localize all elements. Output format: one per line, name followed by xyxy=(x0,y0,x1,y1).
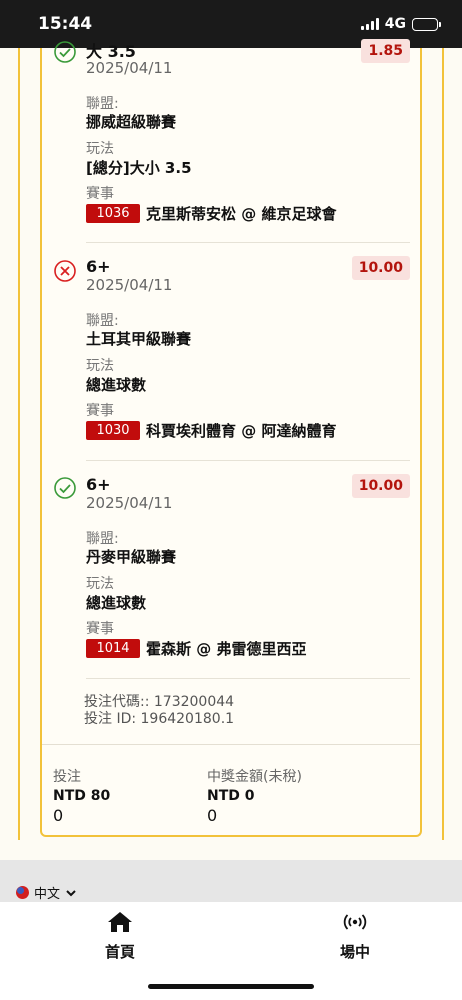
bet-codes: 投注代碼:: 173200044 投注 ID: 196420180.1 xyxy=(84,694,234,728)
home-icon xyxy=(108,912,132,932)
league-label: 聯盟: xyxy=(86,96,119,112)
language-selector[interactable]: 中文 xyxy=(16,883,77,902)
league-label: 聯盟: xyxy=(86,313,119,329)
play-type: 總進球數 xyxy=(86,594,147,612)
play-type: 總進球數 xyxy=(86,376,147,394)
event-code-badge: 1030 xyxy=(86,421,140,440)
event-label: 賽事 xyxy=(86,186,114,202)
nav-live-label: 場中 xyxy=(339,943,370,961)
nav-home-label: 首頁 xyxy=(104,943,135,961)
nav-live[interactable]: 場中 xyxy=(320,910,390,962)
league-name: 丹麥甲級聯賽 xyxy=(86,548,177,566)
event-name: 克里斯蒂安松 @ 維京足球會 xyxy=(146,205,337,223)
event-code-badge: 1036 xyxy=(86,204,140,223)
check-circle-icon xyxy=(54,41,76,63)
event-name: 科賈埃利體育 @ 阿達納體育 xyxy=(146,422,337,440)
nav-home[interactable]: 首頁 xyxy=(85,910,155,962)
event-label: 賽事 xyxy=(86,403,114,419)
event-code-badge: 1014 xyxy=(86,639,140,658)
play-label: 玩法 xyxy=(86,576,114,592)
selection-name: 6+ xyxy=(86,257,111,276)
play-type: [總分]大小 3.5 xyxy=(86,159,192,177)
home-indicator xyxy=(148,984,314,989)
selection-date: 2025/04/11 xyxy=(86,276,173,294)
event-label: 賽事 xyxy=(86,621,114,637)
selection-divider xyxy=(86,460,410,461)
stake-label: 投注 xyxy=(53,769,81,785)
win-amount-value: NTD 0 xyxy=(207,788,255,804)
selection-item: 大 3.5 1.85 2025/04/11 聯盟: 挪威超級聯賽 玩法 [總分]… xyxy=(42,0,420,240)
selection-date: 2025/04/11 xyxy=(86,59,173,77)
selection-item: 6+ 10.00 2025/04/11 聯盟: 土耳其甲級聯賽 玩法 總進球數 … xyxy=(42,256,420,466)
summary-divider xyxy=(42,744,420,745)
selection-name: 6+ xyxy=(86,475,111,494)
stake-value: NTD 80 xyxy=(53,788,111,804)
cross-circle-icon xyxy=(54,260,76,282)
taiwan-flag-icon xyxy=(16,886,29,899)
odds-badge: 10.00 xyxy=(351,256,410,280)
event-row: 1014 霍森斯 @ 弗雷德里西亞 xyxy=(86,638,306,659)
selection-divider xyxy=(86,678,410,679)
odds-badge: 1.85 xyxy=(361,39,410,63)
bet-ticket: 大 3.5 1.85 2025/04/11 聯盟: 挪威超級聯賽 玩法 [總分]… xyxy=(40,39,422,837)
event-row: 1030 科賈埃利體育 @ 阿達納體育 xyxy=(86,420,336,441)
bet-id: 投注 ID: 196420180.1 xyxy=(84,711,235,727)
win-amount-sub-value: 0 xyxy=(207,806,218,825)
language-label: 中文 xyxy=(34,887,61,902)
check-circle-icon xyxy=(54,477,76,499)
league-name: 土耳其甲級聯賽 xyxy=(86,330,192,348)
selection-item: 6+ 10.00 2025/04/11 聯盟: 丹麥甲級聯賽 玩法 總進球數 賽… xyxy=(42,474,420,684)
event-name: 霍森斯 @ 弗雷德里西亞 xyxy=(146,640,307,658)
bet-code: 投注代碼:: 173200044 xyxy=(84,694,235,710)
league-label: 聯盟: xyxy=(86,531,119,547)
live-broadcast-icon xyxy=(343,914,367,930)
play-label: 玩法 xyxy=(86,141,114,157)
odds-badge: 10.00 xyxy=(351,474,410,498)
selection-date: 2025/04/11 xyxy=(86,494,173,512)
win-amount-label: 中獎金額(未稅) xyxy=(207,769,302,785)
chevron-down-icon xyxy=(66,889,76,896)
play-label: 玩法 xyxy=(86,358,114,374)
league-name: 挪威超級聯賽 xyxy=(86,113,177,131)
event-row: 1036 克里斯蒂安松 @ 維京足球會 xyxy=(86,203,336,224)
selection-divider xyxy=(86,242,410,243)
stake-sub-value: 0 xyxy=(53,806,64,825)
